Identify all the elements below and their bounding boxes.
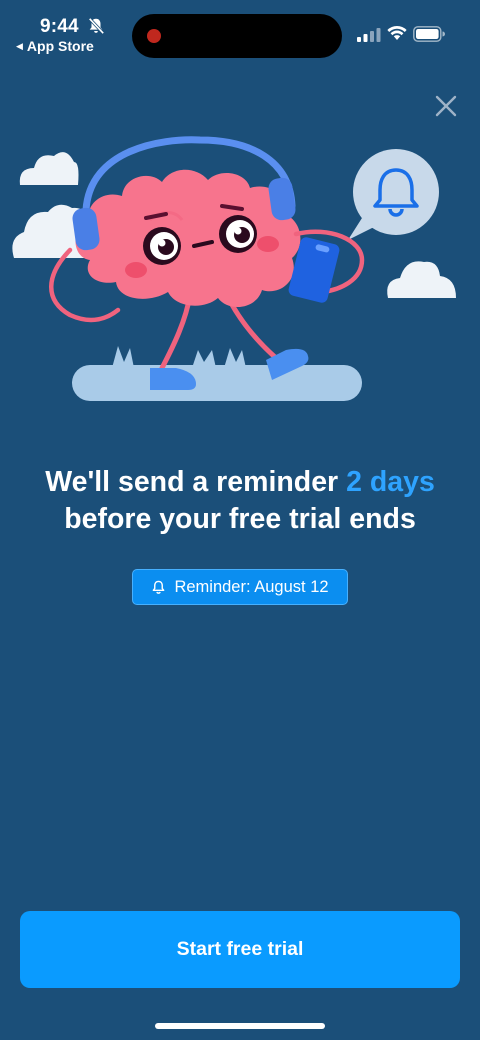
- recording-indicator-icon: [147, 29, 161, 43]
- reminder-badge: Reminder: August 12: [132, 569, 348, 605]
- back-to-app-store[interactable]: ◀ App Store: [16, 38, 94, 54]
- battery-icon: [413, 26, 445, 42]
- reminder-label: Reminder: August 12: [174, 577, 329, 596]
- grass-shape: [112, 346, 246, 368]
- ground-shape: [72, 365, 362, 401]
- brain-character-icon: [75, 169, 301, 308]
- brain-character-illustration: [12, 136, 456, 401]
- bell-muted-icon: [88, 17, 105, 35]
- home-indicator[interactable]: [155, 1023, 325, 1029]
- headline-accent: 2 days: [346, 466, 435, 498]
- signal-icon: [357, 28, 381, 42]
- bell-icon: [153, 580, 165, 594]
- headline-part2: before your free trial ends: [64, 503, 416, 535]
- back-arrow-icon: ◀: [16, 40, 23, 51]
- headline-part1: We'll send a reminder: [45, 466, 347, 498]
- cloud-icon: [19, 152, 79, 185]
- wifi-icon: [387, 25, 407, 40]
- start-free-trial-button[interactable]: Start free trial: [20, 911, 460, 988]
- back-app-label: App Store: [26, 38, 94, 54]
- start-free-trial-label: Start free trial: [176, 938, 304, 960]
- status-bar: 9:44 ◀ App Store: [0, 0, 480, 60]
- bell-bubble-icon: [348, 149, 439, 240]
- dynamic-island: [132, 14, 342, 58]
- status-time: 9:44: [40, 16, 79, 37]
- cloud-icon: [387, 261, 456, 298]
- headline: We'll send a reminder 2 days before your…: [0, 464, 480, 538]
